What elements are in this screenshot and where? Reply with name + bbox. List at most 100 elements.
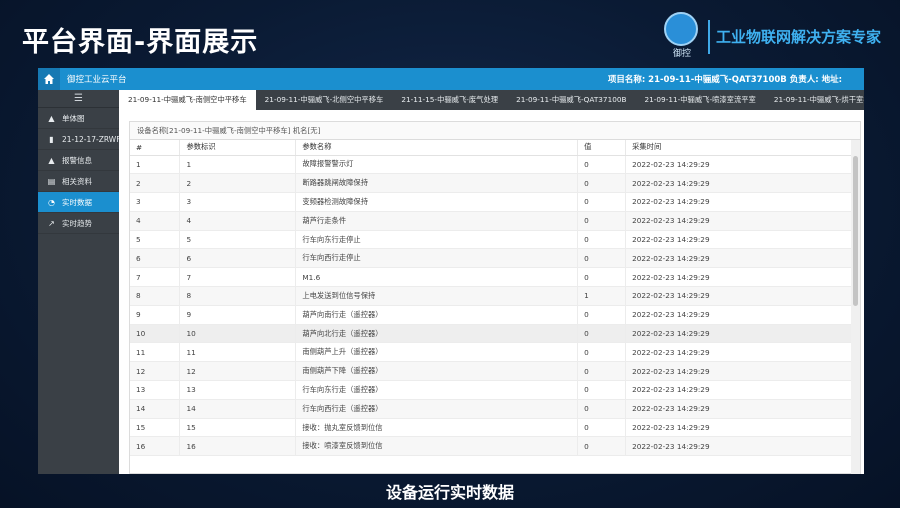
table-scrollbar[interactable] (851, 140, 860, 474)
table-row[interactable]: 8 8 上电发送到位信号保持 1 2022-02-23 14:29:29 (130, 286, 852, 306)
table-cell: 2022-02-23 14:29:29 (625, 286, 852, 306)
table-cell: 行车向东行走（遥控器） (295, 380, 579, 400)
table-cell: 行车向东行走停止 (295, 230, 579, 250)
table-cell: 4 (130, 211, 181, 231)
table-row[interactable]: 3 3 变频器检测故障保持 0 2022-02-23 14:29:29 (130, 192, 852, 212)
table-cell: 2 (130, 173, 181, 194)
table-cell: 0 (577, 305, 627, 325)
table-cell: 0 (577, 399, 627, 419)
sidebar-item[interactable]: ◔ 实时数据 (38, 192, 119, 213)
app-name: 御控工业云平台 (67, 75, 127, 85)
table-cell: 2022-02-23 14:29:29 (625, 324, 852, 344)
table-cell: 0 (577, 324, 627, 344)
table-cell: 0 (577, 155, 627, 175)
top-bar: 御控工业云平台 项目名称: 21-09-11-中骊威飞-QAT37100B 负责… (38, 68, 864, 90)
table-cell: 葫芦行走条件 (295, 211, 579, 231)
column-header[interactable]: # (130, 140, 181, 156)
column-header[interactable]: 参数标识 (179, 140, 297, 156)
data-table: # 参数标识 参数名称值采集时间 1 1 故障报警警示灯 0 2022-02-23 14:2… (130, 140, 852, 457)
table-cell: 南侧葫芦下降（遥控器） (295, 361, 579, 382)
device-tab[interactable]: 21-09-11-中骊威飞-南侧空中平移车 (119, 90, 256, 110)
line-chart-icon: ↗ (48, 219, 55, 228)
table-row[interactable]: 15 15 接收：抛丸室反馈到位信 0 2022-02-23 14:29:29 (130, 418, 852, 438)
table-cell: 2022-02-23 14:29:29 (625, 418, 852, 438)
column-header[interactable]: 值 (577, 140, 627, 156)
table-cell: 2022-02-23 14:29:29 (625, 248, 852, 269)
sidebar-item[interactable]: ▲ 单体图 (38, 108, 119, 129)
table-cell: 变频器检测故障保持 (295, 192, 579, 212)
table-row[interactable]: 6 6 行车向西行走停止 0 2022-02-23 14:29:29 (130, 248, 852, 269)
table-cell: 2022-02-23 14:29:29 (625, 361, 852, 382)
sidebar: ☰ ▲ 单体图 ▮ 21-12-17-ZRWF ▲ 报警信息 ▤ 相关资料 ◔ 实时数据 ↗ 实时趋势 (38, 90, 119, 474)
table-cell: 0 (577, 230, 627, 250)
column-header[interactable]: 采集时间 (625, 140, 852, 156)
column-header[interactable]: 参数名称 (295, 140, 579, 156)
table-cell: 断路器跳闸故障保持 (295, 173, 579, 194)
table-cell: 0 (577, 267, 627, 288)
table-row[interactable]: 1 1 故障报警警示灯 0 2022-02-23 14:29:29 (130, 155, 852, 175)
device-tab[interactable]: 21-09-11-中骊威飞-QAT37100B (507, 90, 635, 110)
table-row[interactable]: 16 16 接收：喷漆室反馈到位信 0 2022-02-23 14:29:29 (130, 436, 852, 457)
table-cell: 6 (130, 248, 181, 269)
device-tab[interactable]: 21-11-15-中骊威飞-废气处理 (392, 90, 507, 110)
table-cell: 接收：喷漆室反馈到位信 (295, 436, 579, 457)
table-row[interactable]: 10 10 葫芦向北行走（遥控器） 0 2022-02-23 14:29:29 (130, 324, 852, 344)
table-cell: 12 (179, 361, 297, 382)
table-cell: 2022-02-23 14:29:29 (625, 155, 852, 175)
table-row[interactable]: 4 4 葫芦行走条件 0 2022-02-23 14:29:29 (130, 211, 852, 231)
tab-bar: 21-09-11-中骊威飞-南侧空中平移车 21-09-11-中骊威飞-北侧空中平… (119, 90, 864, 110)
slide-title: 平台界面-界面展示 (22, 27, 259, 58)
table-cell: 接收：抛丸室反馈到位信 (295, 418, 579, 438)
table-row[interactable]: 12 12 南侧葫芦下降（遥控器） 0 2022-02-23 14:29:29 (130, 361, 852, 382)
table-cell: 2022-02-23 14:29:29 (625, 399, 852, 419)
table-cell: 13 (179, 380, 297, 400)
table-cell: 9 (130, 305, 181, 325)
table-row[interactable]: 13 13 行车向东行走（遥控器） 0 2022-02-23 14:29:29 (130, 380, 852, 400)
table-cell: 2022-02-23 14:29:29 (625, 230, 852, 250)
sidebar-item[interactable]: ▲ 报警信息 (38, 150, 119, 171)
data-panel: 设备名称[21-09-11-中骊威飞-南侧空中平移车] 机名[无] # 参数标识参… (129, 121, 861, 474)
table-cell: 8 (130, 286, 181, 306)
scroll-thumb[interactable] (853, 156, 858, 306)
sidebar-item[interactable]: ↗ 实时趋势 (38, 213, 119, 234)
table-row[interactable]: 5 5 行车向东行走停止 0 2022-02-23 14:29:29 (130, 230, 852, 250)
table-row[interactable]: 2 2 断路器跳闸故障保持 0 2022-02-23 14:29:29 (130, 173, 852, 194)
table-cell: 葫芦向北行走（遥控器） (295, 324, 579, 344)
table-row[interactable]: 11 11 南侧葫芦上升（遥控器） 0 2022-02-23 14:29:29 (130, 342, 852, 363)
table-cell: 15 (130, 418, 181, 438)
file-icon: ▤ (47, 177, 56, 186)
table-cell: 行车向西行走（遥控器） (295, 399, 579, 419)
table-cell: 7 (179, 267, 297, 288)
table-cell: 南侧葫芦上升（遥控器） (295, 342, 579, 363)
table-cell: 葫芦向南行走（遥控器） (295, 305, 579, 325)
table-cell: 1 (179, 155, 297, 175)
brand-block: 御控 工业物联网解决方案专家 (662, 12, 892, 62)
table-cell: 2022-02-23 14:29:29 (625, 173, 852, 194)
chevron-up-icon: ▲ (48, 114, 55, 123)
sidebar-item[interactable]: ▤ 相关资料 (38, 171, 119, 192)
home-button[interactable] (38, 68, 60, 90)
company-logo-icon (664, 12, 698, 46)
table-cell: 0 (577, 192, 627, 212)
table-row[interactable]: 7 7 M1.6 0 2022-02-23 14:29:29 (130, 267, 852, 288)
table-row[interactable]: 14 14 行车向西行走（遥控器） 0 2022-02-23 14:29:29 (130, 399, 852, 419)
document-icon: ▮ (49, 135, 54, 144)
warning-icon: ▲ (48, 156, 55, 165)
dashboard-icon: ◔ (48, 198, 55, 207)
menu-toggle-icon[interactable]: ☰ (38, 90, 119, 108)
table-row[interactable]: 9 9 葫芦向南行走（遥控器） 0 2022-02-23 14:29:29 (130, 305, 852, 325)
table-cell: 9 (179, 305, 297, 325)
device-tab[interactable]: 21-09-11-中骊威飞-北侧空中平移车 (256, 90, 393, 110)
device-tab[interactable]: 21-09-11-中骊威飞-喷漆室流平室 (636, 90, 765, 110)
table-cell: 1 (577, 286, 627, 306)
device-tab[interactable]: 21-09-11-中骊威飞-烘干室打磨室 (765, 90, 864, 110)
table-cell: 故障报警警示灯 (295, 155, 579, 175)
sidebar-item[interactable]: ▮ 21-12-17-ZRWF (38, 129, 119, 150)
table-cell: M1.6 (295, 267, 579, 288)
sidebar-item-label: 实时趋势 (62, 219, 92, 228)
sidebar-item-label: 相关资料 (62, 177, 92, 186)
table-cell: 0 (577, 211, 627, 231)
table-cell: 4 (179, 211, 297, 231)
logo-text: 御控 (672, 49, 691, 59)
home-icon (44, 74, 54, 84)
